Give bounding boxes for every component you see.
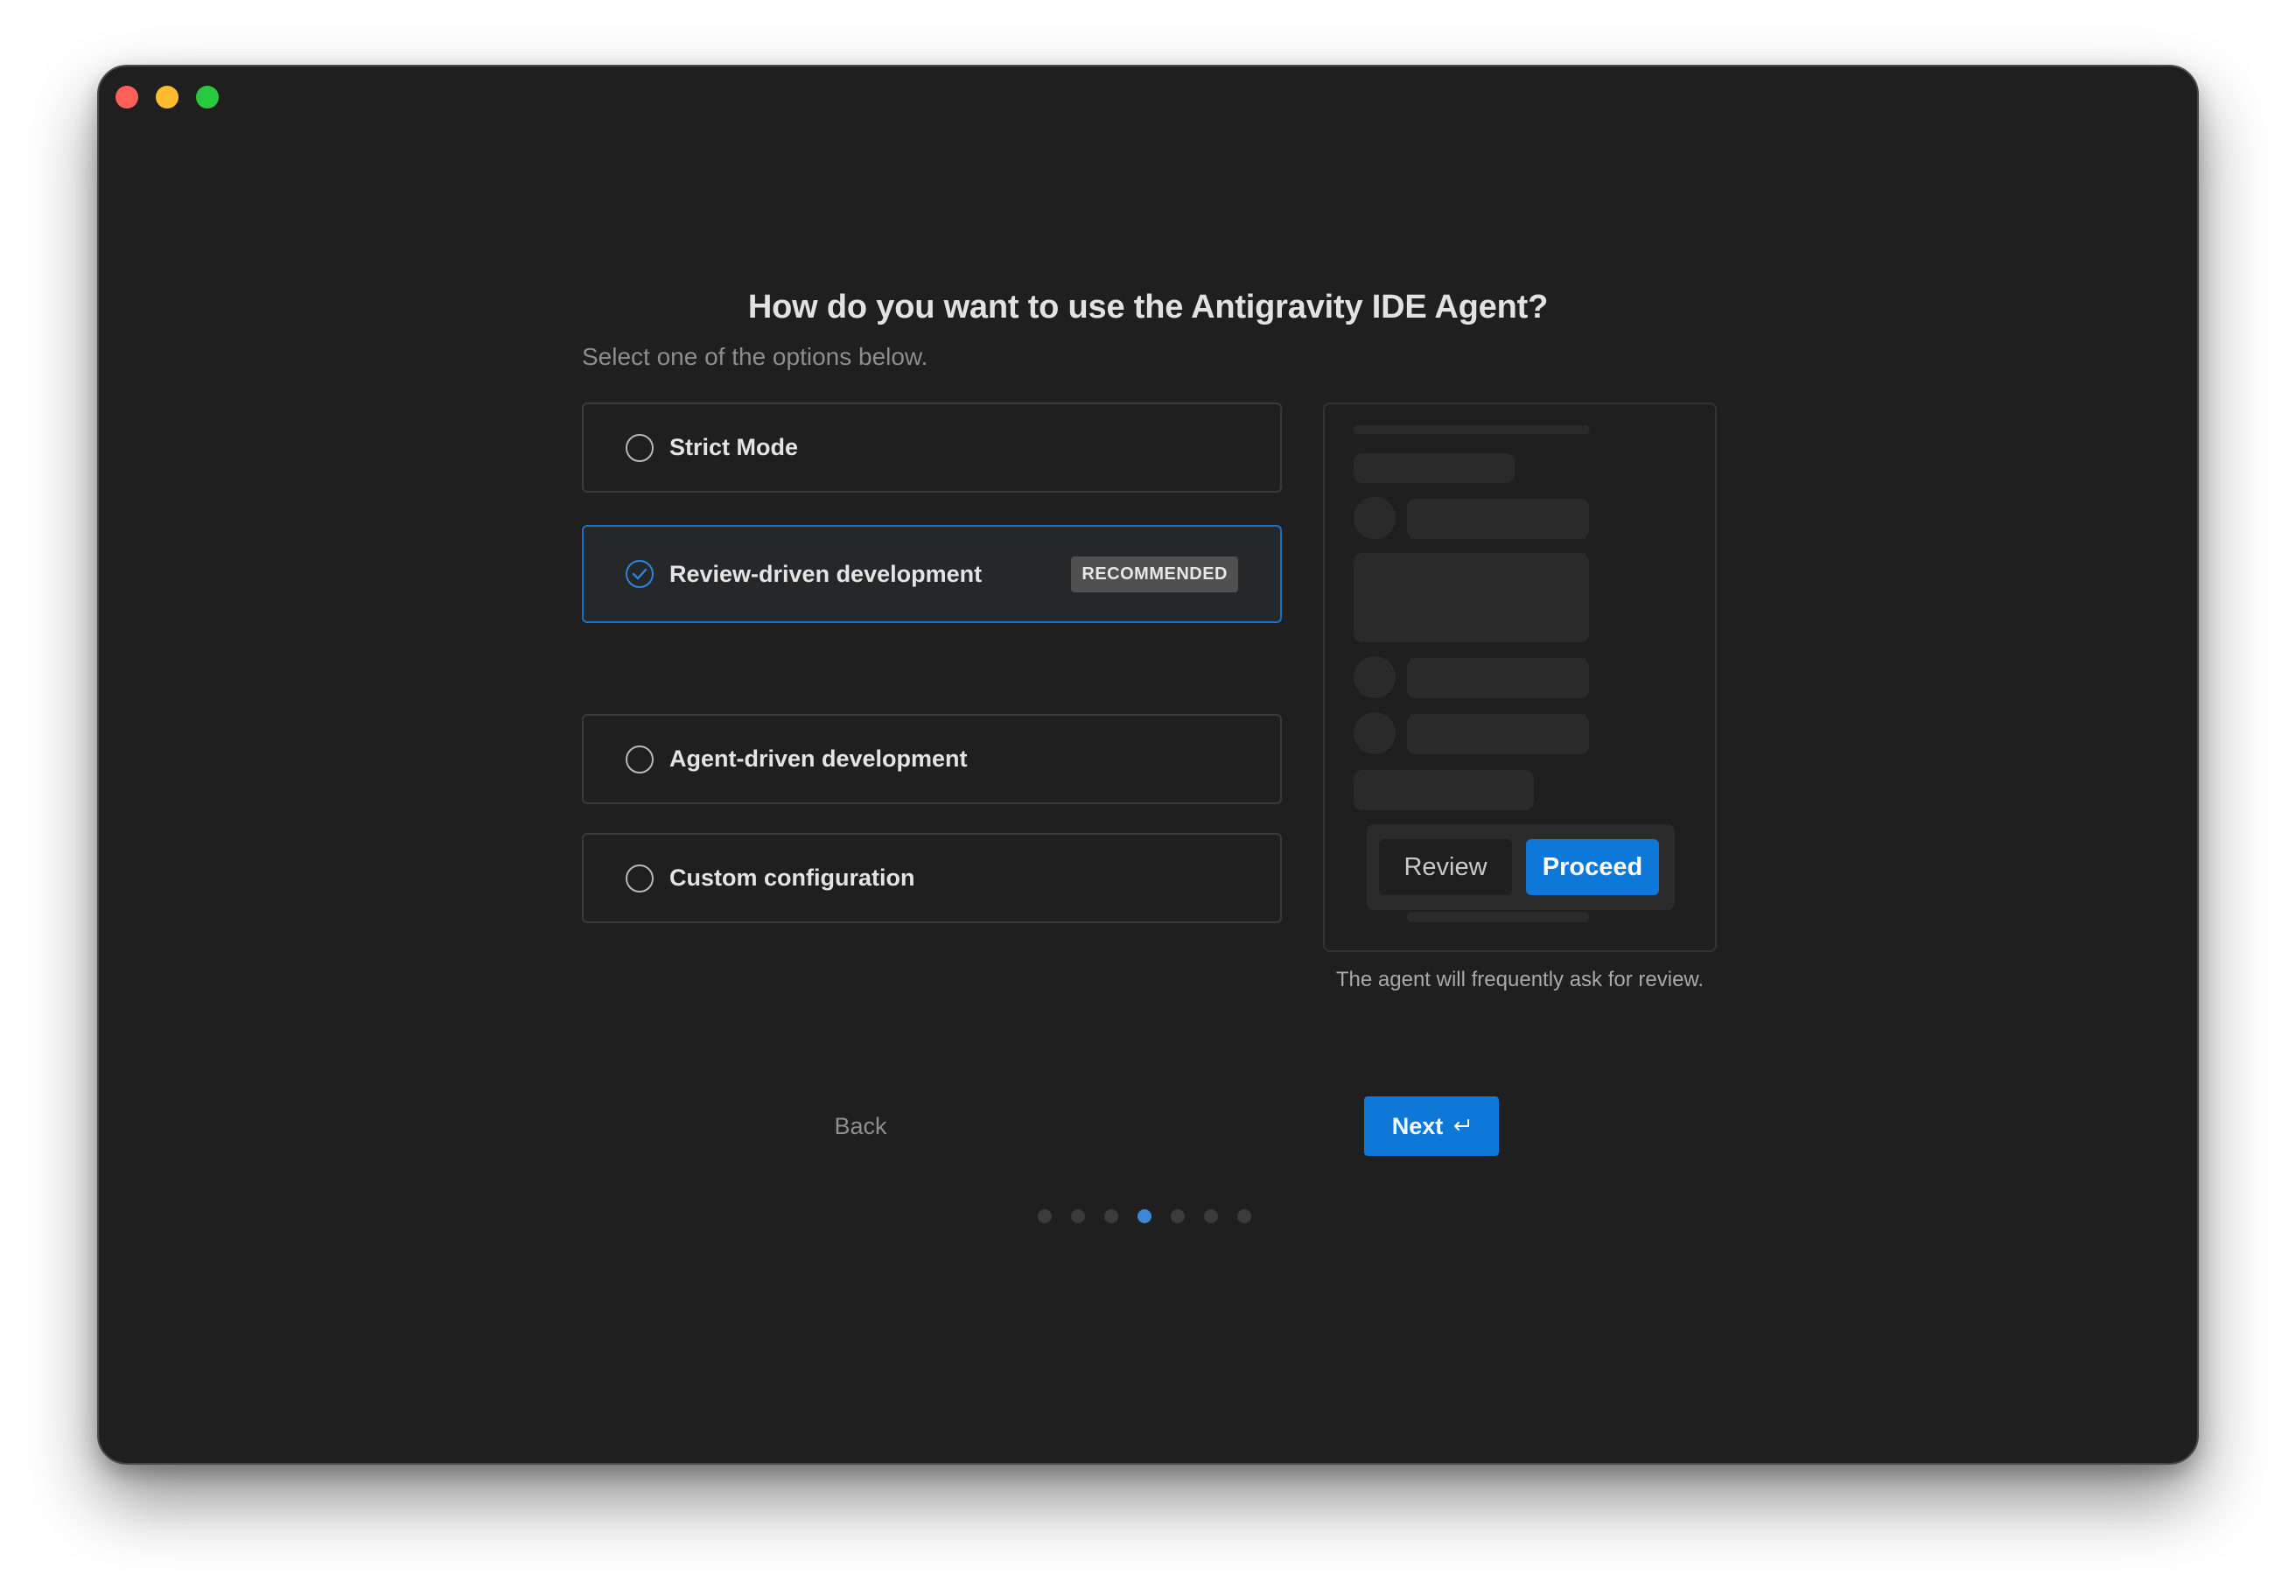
step-dot — [1171, 1209, 1185, 1223]
step-dot — [1104, 1209, 1118, 1223]
radio-unchecked-icon[interactable] — [626, 745, 654, 774]
option-strict-mode[interactable]: Strict Mode — [582, 402, 1282, 493]
back-button[interactable]: Back — [797, 1113, 924, 1140]
mode-preview-panel: Review Proceed — [1323, 402, 1717, 952]
return-key-icon — [1454, 1119, 1470, 1130]
skeleton-avatar — [1354, 712, 1396, 754]
skeleton-line — [1407, 658, 1589, 698]
checkmark-icon — [632, 568, 648, 580]
next-button[interactable]: Next — [1364, 1096, 1499, 1156]
step-dot — [1237, 1209, 1251, 1223]
option-review-driven[interactable]: Review-driven development RECOMMENDED — [582, 525, 1282, 623]
next-button-label: Next — [1391, 1112, 1444, 1139]
radio-unchecked-icon[interactable] — [626, 864, 654, 892]
app-window: How do you want to use the Antigravity I… — [97, 65, 2199, 1465]
page-title: How do you want to use the Antigravity I… — [747, 289, 1549, 326]
skeleton-line — [1407, 912, 1589, 922]
recommended-badge: RECOMMENDED — [1071, 556, 1238, 592]
skeleton-line — [1354, 453, 1515, 483]
option-label: Review-driven development — [669, 560, 983, 587]
skeleton-avatar — [1354, 656, 1396, 698]
option-label: Agent-driven development — [669, 746, 968, 772]
step-dot-active — [1138, 1209, 1152, 1223]
step-pagination — [1038, 1209, 1251, 1223]
step-dot — [1038, 1209, 1052, 1223]
screen: How do you want to use the Antigravity I… — [0, 0, 2296, 1596]
skeleton-line — [1407, 714, 1589, 754]
onboarding-step: How do you want to use the Antigravity I… — [99, 66, 2197, 1463]
option-custom-configuration[interactable]: Custom configuration — [582, 833, 1282, 923]
skeleton-block — [1354, 553, 1589, 642]
page-subtitle: Select one of the options below. — [582, 343, 928, 370]
skeleton-line — [1354, 425, 1590, 434]
preview-review-button: Review — [1379, 839, 1512, 895]
radio-checked-icon[interactable] — [626, 560, 654, 588]
radio-unchecked-icon[interactable] — [626, 433, 654, 462]
skeleton-avatar — [1354, 497, 1396, 539]
skeleton-line — [1407, 499, 1589, 539]
option-label: Strict Mode — [669, 434, 799, 460]
preview-proceed-button: Proceed — [1526, 839, 1659, 895]
option-label: Custom configuration — [669, 864, 915, 891]
step-dot — [1204, 1209, 1218, 1223]
option-agent-driven[interactable]: Agent-driven development — [582, 714, 1282, 804]
skeleton-line — [1354, 770, 1534, 810]
preview-action-bar: Review Proceed — [1367, 824, 1675, 910]
preview-caption: The agent will frequently ask for review… — [1335, 968, 1704, 991]
step-dot — [1071, 1209, 1085, 1223]
